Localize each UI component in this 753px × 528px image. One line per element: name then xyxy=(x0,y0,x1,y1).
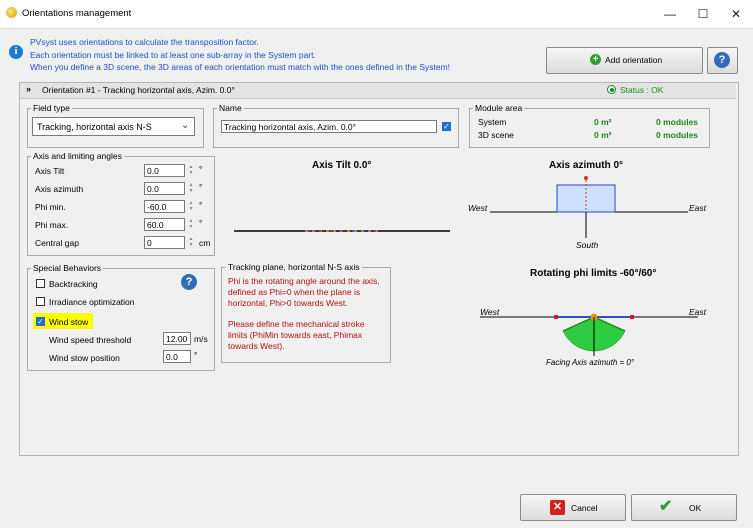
tracking-plane-text-1: Phi is the rotating angle around the axi… xyxy=(228,276,380,308)
status-ok-icon xyxy=(607,85,616,94)
field-type-legend: Field type xyxy=(31,103,72,113)
azimuth-axis-tip xyxy=(584,176,588,180)
name-legend: Name xyxy=(217,103,244,113)
status-text: Status : OK xyxy=(620,85,664,95)
central-gap-label: Central gap xyxy=(35,238,79,248)
module-area-system-modules: 0 modules xyxy=(656,117,699,127)
title-bar: Orientations management — ☐ ✕ xyxy=(0,0,753,29)
wind-stow-position-label: Wind stow position xyxy=(49,353,120,363)
minimize-button[interactable]: — xyxy=(653,0,687,28)
app-icon xyxy=(6,7,17,18)
phi-max-unit: ° xyxy=(199,218,203,228)
orientation-title: Orientation #1 - Tracking horizontal axi… xyxy=(42,85,235,95)
axis-azimuth-unit: ° xyxy=(199,182,203,192)
chevron-down-icon: ⌄ xyxy=(181,120,190,131)
irradiance-optimization-checkbox[interactable] xyxy=(36,297,45,306)
wind-stow-position-input[interactable]: 0.0 xyxy=(163,350,191,363)
module-area-3d-label: 3D scene xyxy=(478,130,514,140)
orientation-header[interactable]: » Orientation #1 - Tracking horizontal a… xyxy=(20,83,736,99)
info-line-2: Each orientation must be linked to at le… xyxy=(30,49,316,60)
wind-stow-position-unit: ° xyxy=(194,350,198,360)
field-type-value: Tracking, horizontal axis N-S xyxy=(37,122,152,132)
cancel-button[interactable]: ✕ Cancel xyxy=(520,494,626,521)
add-orientation-label: Add orientation xyxy=(605,55,663,65)
ok-check-icon: ✔ xyxy=(659,498,673,515)
window-title: Orientations management xyxy=(22,8,132,19)
plus-icon: + xyxy=(590,54,601,65)
ok-button[interactable]: ✔ OK xyxy=(631,494,737,521)
phi-max-spinner[interactable]: ▲ ▼ xyxy=(187,218,195,231)
phi-max-input[interactable]: 60.0 xyxy=(144,218,185,231)
axis-azimuth-input[interactable]: 0.0 xyxy=(144,182,185,195)
info-line-3: When you define a 3D scene, the 3D areas… xyxy=(30,62,451,72)
phi-west-stop xyxy=(554,315,558,319)
help-button[interactable]: ? xyxy=(707,47,738,74)
phi-min-label: Phi min. xyxy=(35,202,66,212)
wind-speed-threshold-label: Wind speed threshold xyxy=(49,335,132,345)
backtracking-label[interactable]: Backtracking xyxy=(49,279,98,289)
angles-legend: Axis and limiting angles xyxy=(31,151,124,161)
phi-east-stop xyxy=(630,315,634,319)
name-lock-checkbox[interactable]: ✓ xyxy=(442,122,451,131)
axis-azimuth-diagram xyxy=(490,176,688,238)
tracking-plane-legend: Tracking plane, horizontal N-S axis xyxy=(226,262,362,272)
central-gap-unit: cm xyxy=(199,238,211,248)
wind-stow-checkbox[interactable]: ✓ xyxy=(36,317,45,326)
axis-tilt-unit: ° xyxy=(199,164,203,174)
axis-azimuth-spinner[interactable]: ▲ ▼ xyxy=(187,182,195,195)
module-area-system-area: 0 m² xyxy=(594,117,612,127)
maximize-button[interactable]: ☐ xyxy=(686,0,720,28)
collapse-chevron-icon[interactable]: » xyxy=(26,84,31,94)
axis-tilt-spinner[interactable]: ▲ ▼ xyxy=(187,164,195,177)
info-icon: i xyxy=(9,45,23,59)
central-gap-input[interactable]: 0 xyxy=(144,236,185,249)
ok-label: OK xyxy=(689,503,702,513)
phi-limits-diagram xyxy=(480,313,698,356)
phi-max-label: Phi max. xyxy=(35,220,69,230)
axis-tilt-diagram xyxy=(234,230,450,232)
phi-min-unit: ° xyxy=(199,200,203,210)
axis-tilt-title: Axis Tilt 0.0° xyxy=(312,160,372,171)
field-type-select[interactable]: Tracking, horizontal axis N-S ⌄ xyxy=(32,117,195,136)
module-area-group xyxy=(469,108,710,148)
module-area-system-label: System xyxy=(478,117,507,127)
module-area-legend: Module area xyxy=(473,103,525,113)
axis-azimuth-title: Axis azimuth 0° xyxy=(549,160,624,171)
backtracking-checkbox[interactable] xyxy=(36,279,45,288)
phi-min-spinner[interactable]: ▲ ▼ xyxy=(187,200,195,213)
special-behaviors-legend: Special Behaviors xyxy=(31,263,104,273)
irradiance-optimization-label[interactable]: Irradiance optimization xyxy=(49,297,135,307)
cancel-label: Cancel xyxy=(571,503,598,513)
axis-tilt-label: Axis Tilt xyxy=(35,166,65,176)
phi-limits-title: Rotating phi limits -60°/60° xyxy=(530,268,657,279)
axis-azimuth-label: Axis azimuth xyxy=(35,184,84,194)
question-icon: ? xyxy=(714,52,730,68)
close-button[interactable]: ✕ xyxy=(719,0,753,28)
wind-speed-threshold-input[interactable]: 12.00 xyxy=(163,332,191,345)
wind-speed-threshold-unit: m/s xyxy=(194,334,208,344)
tracking-plane-text-2: Please define the mechanical stroke limi… xyxy=(228,319,365,351)
name-input[interactable]: Tracking horizontal axis, Azim. 0.0° xyxy=(221,120,437,133)
info-line-1: PVsyst uses orientations to calculate th… xyxy=(30,37,259,47)
module-area-3d-area: 0 m² xyxy=(594,130,612,140)
axis-tilt-input[interactable]: 0.0 xyxy=(144,164,185,177)
cancel-x-icon: ✕ xyxy=(550,500,565,515)
wind-stow-label[interactable]: Wind stow xyxy=(49,317,88,327)
phi-min-input[interactable]: -60.0 xyxy=(144,200,185,213)
backtracking-help-icon[interactable]: ? xyxy=(181,274,197,290)
add-orientation-button[interactable]: + Add orientation xyxy=(546,47,703,74)
central-gap-spinner[interactable]: ▲ ▼ xyxy=(187,236,195,249)
module-area-3d-modules: 0 modules xyxy=(656,130,699,140)
info-text: PVsyst uses orientations to calculate th… xyxy=(30,36,450,74)
